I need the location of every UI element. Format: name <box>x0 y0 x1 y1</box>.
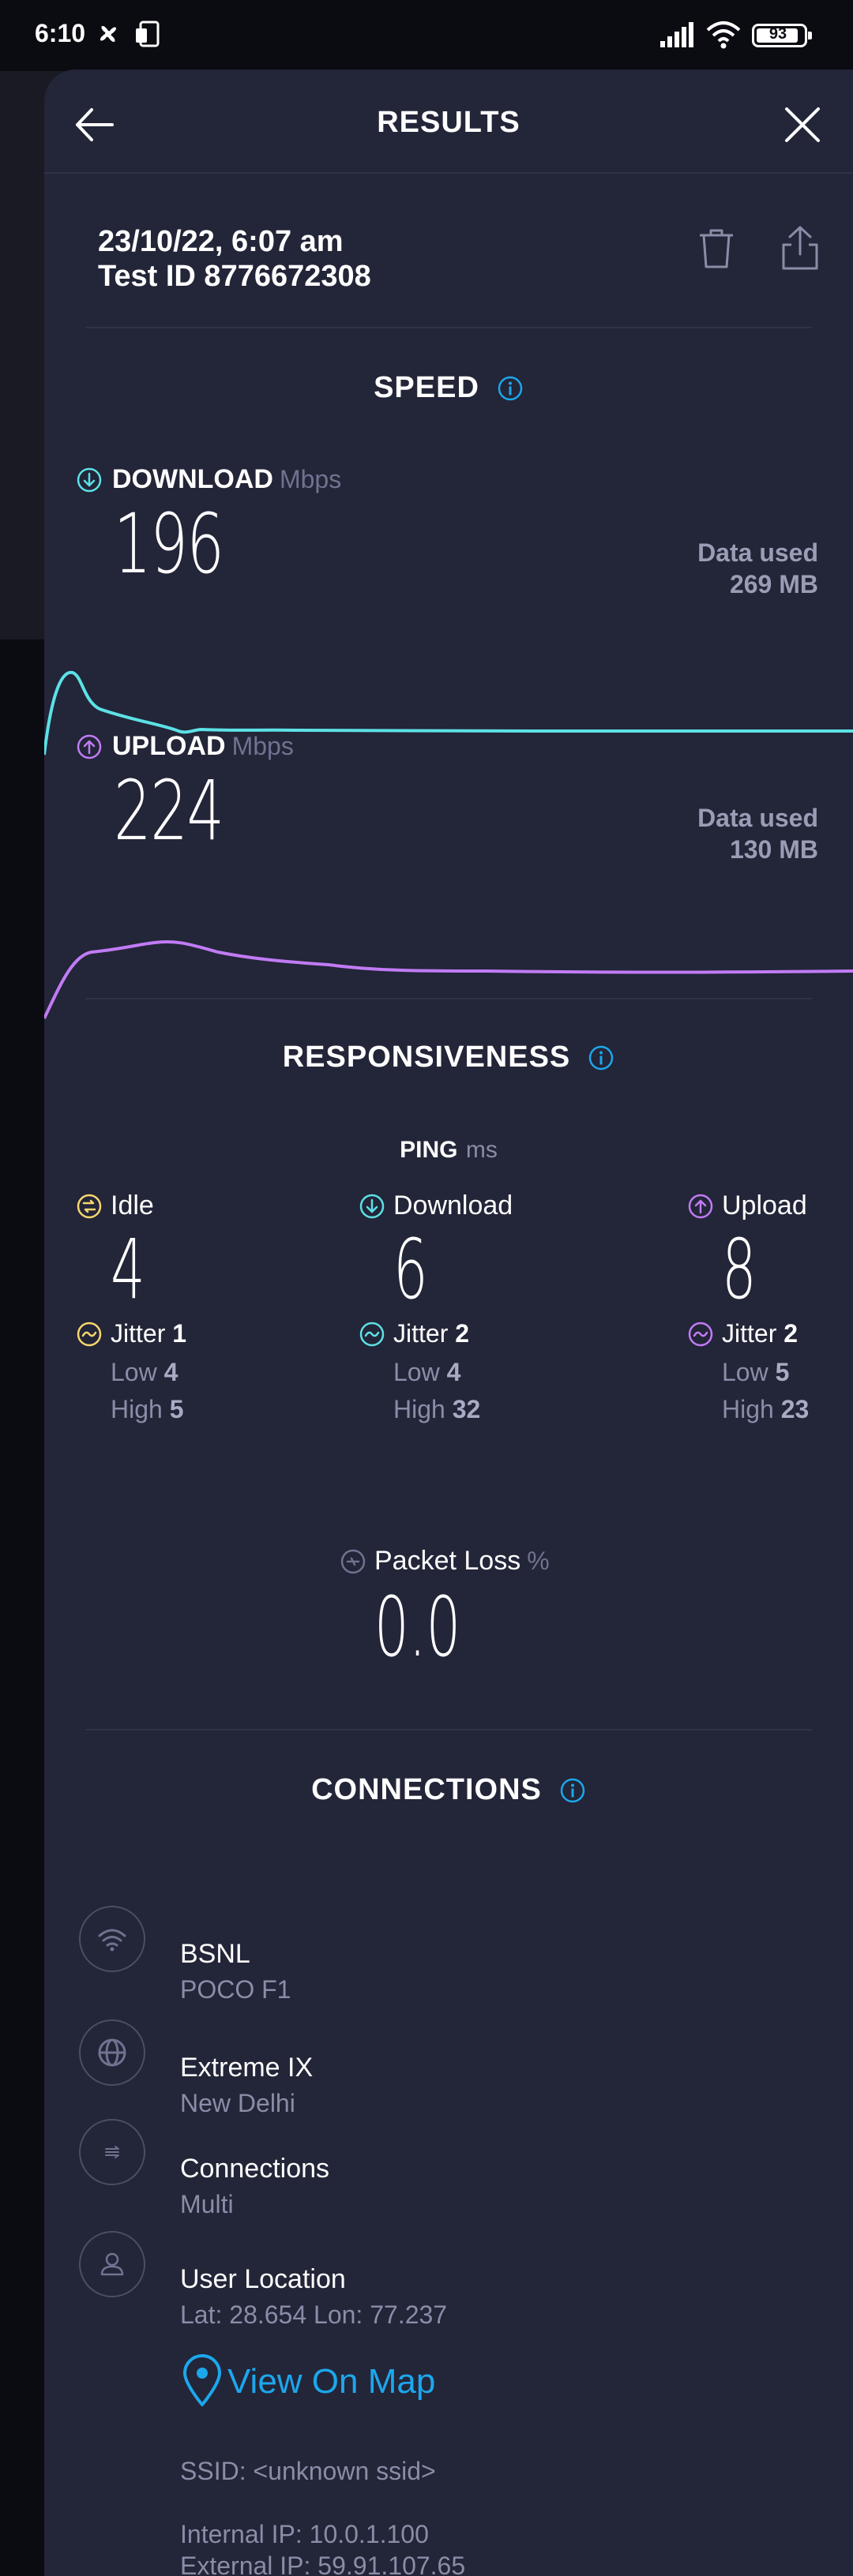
idle-high: High 5 <box>111 1395 184 1423</box>
idle-jitter: Jitter 1 <box>111 1319 187 1348</box>
share-icon[interactable] <box>779 224 821 272</box>
connections-mode-label: Connections <box>180 2154 330 2184</box>
test-id: Test ID 8776672308 <box>98 260 371 293</box>
upload-low: Low 5 <box>722 1358 790 1386</box>
download-label: DOWNLOAD <box>112 464 273 494</box>
download-unit: Mbps <box>279 465 342 493</box>
status-bar: 6:10 93 <box>0 0 853 71</box>
wifi-status-icon <box>706 21 741 49</box>
battery-text: 93 <box>768 25 787 43</box>
user-location-label: User Location <box>180 2264 346 2294</box>
header-divider <box>44 172 853 174</box>
speed-info-icon[interactable] <box>497 375 524 402</box>
ping-download-column: Download 6 Jitter 2 Low 4 High 32 <box>359 1191 513 1424</box>
user-icon-circle <box>79 2231 145 2297</box>
upload-data-used: Data used 130 MB <box>697 802 818 865</box>
results-sheet: RESULTS 23/10/22, 6:07 am Test ID 877667… <box>44 69 853 2576</box>
idle-jitter-icon <box>77 1322 102 1346</box>
test-date: 23/10/22, 6:07 am <box>98 225 344 258</box>
download-data-used-value: 269 MB <box>729 570 818 598</box>
signal-icon <box>660 22 693 47</box>
upload-jitter: Jitter 2 <box>722 1319 799 1348</box>
packet-loss-unit: % <box>527 1547 550 1575</box>
ping-upload-column: Upload 8 Jitter 2 Low 5 High 23 <box>687 1191 809 1424</box>
app-notification-icon <box>136 21 160 47</box>
upload-value: 224 <box>114 763 224 859</box>
server-icon-circle <box>79 2019 145 2086</box>
download-data-used: Data used 269 MB <box>697 537 818 600</box>
idle-icon <box>77 1194 102 1218</box>
user-location-coords: Lat: 28.654 Lon: 77.237 <box>180 2300 448 2329</box>
provider-name: BSNL <box>180 1939 250 1969</box>
view-on-map-text[interactable]: View On Map <box>227 2362 435 2402</box>
download-label-row: DOWNLOAD Mbps <box>76 464 341 495</box>
upload-ping-label: Upload <box>722 1191 807 1221</box>
connections-icon-circle <box>79 2119 145 2185</box>
status-time: 6:10 <box>35 19 86 47</box>
connections-icon <box>105 2146 119 2158</box>
download-ping-icon <box>359 1194 385 1218</box>
download-ping-label: Download <box>393 1191 513 1221</box>
idle-low: Low 4 <box>111 1358 178 1386</box>
speed-title: SPEED <box>374 371 479 404</box>
map-pin-icon <box>183 2354 221 2406</box>
download-jitter: Jitter 2 <box>393 1319 470 1348</box>
upload-speed-graph <box>44 939 853 1019</box>
responsiveness-title: RESPONSIVENESS <box>282 1041 571 1074</box>
connections-title: CONNECTIONS <box>311 1773 542 1806</box>
packet-loss-icon <box>340 1549 366 1573</box>
upload-data-used-label: Data used <box>697 804 818 832</box>
wifi-icon <box>98 1929 126 1952</box>
upload-ping-icon <box>688 1194 713 1218</box>
idle-ping-value: 4 <box>111 1221 145 1318</box>
provider-device: POCO F1 <box>180 1975 291 2004</box>
responsiveness-divider <box>85 1729 812 1730</box>
external-ip-text: External IP: 59.91.107.65 <box>180 2552 466 2576</box>
trash-icon[interactable] <box>695 226 738 272</box>
upload-arrow-icon <box>77 734 102 759</box>
download-data-used-label: Data used <box>697 538 818 567</box>
packet-loss-label-row: Packet Loss % <box>340 1546 550 1577</box>
page-title: RESULTS <box>377 106 520 139</box>
ping-heading: PING ms <box>44 1137 853 1164</box>
download-low: Low 4 <box>393 1358 461 1386</box>
upload-jitter-icon <box>688 1322 713 1346</box>
upload-unit: Mbps <box>231 732 294 760</box>
speed-heading: SPEED <box>44 371 853 405</box>
packet-loss-value: 0.0 <box>374 1579 461 1675</box>
user-icon <box>100 2252 124 2276</box>
connections-heading: CONNECTIONS <box>44 1773 853 1807</box>
ssid-text: SSID: <unknown ssid> <box>180 2457 436 2485</box>
info-divider <box>85 327 812 328</box>
responsiveness-heading: RESPONSIVENESS <box>44 1041 853 1074</box>
idle-label: Idle <box>111 1191 154 1221</box>
download-jitter-icon <box>359 1322 385 1346</box>
responsiveness-info-icon[interactable] <box>588 1044 614 1071</box>
internal-ip-text: Internal IP: 10.0.1.100 <box>180 2520 429 2548</box>
fan-icon <box>100 25 117 43</box>
globe-icon <box>98 2038 126 2067</box>
ping-label: PING <box>400 1137 458 1163</box>
download-value: 196 <box>114 496 224 592</box>
upload-high: High 23 <box>722 1395 810 1423</box>
download-ping-value: 6 <box>393 1221 428 1318</box>
connections-info-icon[interactable] <box>559 1777 586 1804</box>
upload-ping-value: 8 <box>722 1221 757 1318</box>
server-provider-icon-circle <box>79 1906 145 1972</box>
close-icon[interactable] <box>779 101 826 148</box>
packet-loss-label: Packet Loss <box>374 1546 521 1576</box>
download-arrow-icon <box>77 467 102 492</box>
upload-label: UPLOAD <box>112 731 226 761</box>
connections-mode-value: Multi <box>180 2190 234 2218</box>
server-location: New Delhi <box>180 2089 295 2117</box>
ping-idle-column: Idle 4 Jitter 1 Low 4 High 5 <box>76 1191 186 1424</box>
upload-data-used-value: 130 MB <box>729 835 818 864</box>
view-on-map-link[interactable]: View On Map <box>180 2354 435 2409</box>
speed-divider <box>85 998 812 999</box>
server-name[interactable]: Extreme IX <box>180 2053 313 2083</box>
battery-indicator: 93 <box>752 24 812 47</box>
download-high: High 32 <box>393 1395 481 1423</box>
upload-label-row: UPLOAD Mbps <box>76 731 294 762</box>
ping-unit: ms <box>465 1137 498 1163</box>
